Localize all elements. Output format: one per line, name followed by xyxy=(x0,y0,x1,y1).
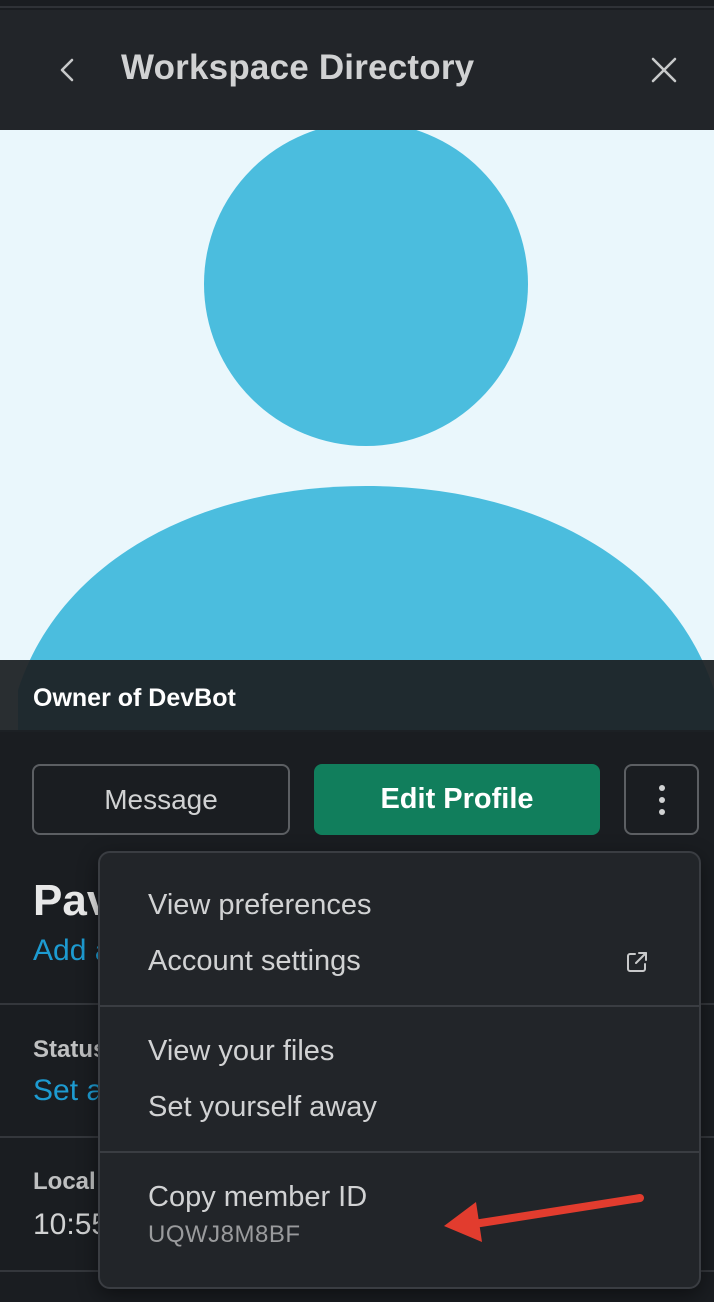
panel-header: Workspace Directory xyxy=(0,10,714,130)
more-vertical-icon xyxy=(658,784,665,815)
profile-photo xyxy=(0,130,714,730)
menu-item-view-files[interactable]: View your files xyxy=(148,1035,334,1068)
profile-caption-bar: Owner of DevBot xyxy=(0,660,714,732)
status-label: Status xyxy=(33,1036,107,1063)
set-status-link[interactable]: Set a xyxy=(33,1074,103,1108)
close-button[interactable] xyxy=(644,50,684,90)
external-link-icon xyxy=(627,952,647,972)
menu-item-account-settings[interactable]: Account settings xyxy=(148,945,361,978)
menu-item-view-preferences[interactable]: View preferences xyxy=(148,889,372,922)
member-id-value: UQWJ8M8BF xyxy=(148,1221,301,1248)
menu-item-copy-member-id[interactable]: Copy member ID xyxy=(148,1181,367,1214)
message-button[interactable]: Message xyxy=(32,764,290,835)
panel-title: Workspace Directory xyxy=(121,48,475,87)
menu-separator xyxy=(100,1151,699,1153)
annotation-arrow-icon xyxy=(444,1194,644,1242)
edit-profile-button[interactable]: Edit Profile xyxy=(314,764,600,835)
local-time-value: 10:55 xyxy=(33,1208,109,1241)
back-button[interactable] xyxy=(48,50,88,90)
default-avatar-icon xyxy=(18,130,714,730)
top-edge xyxy=(0,0,714,8)
chevron-left-icon xyxy=(60,58,74,82)
menu-separator xyxy=(100,1005,699,1007)
close-icon xyxy=(651,57,677,83)
more-actions-button[interactable] xyxy=(624,764,699,835)
profile-caption: Owner of DevBot xyxy=(33,684,236,712)
menu-item-set-away[interactable]: Set yourself away xyxy=(148,1091,377,1124)
